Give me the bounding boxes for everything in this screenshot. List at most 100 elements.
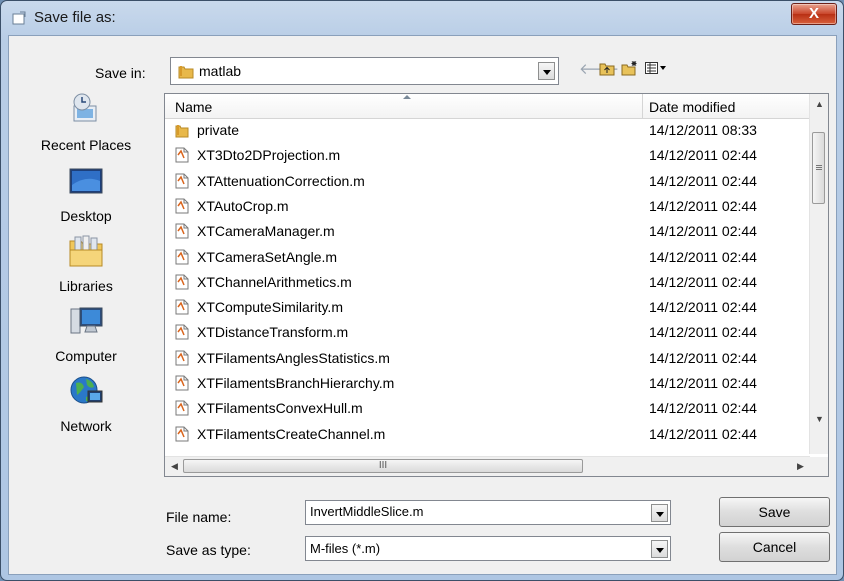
place-network[interactable]: Network [23,373,149,434]
close-button[interactable]: X [791,3,837,25]
file-date-modified: 14/12/2011 02:44 [649,375,757,391]
scroll-left-arrow-icon[interactable]: ◀ [171,461,178,472]
file-date-modified: 14/12/2011 02:44 [649,197,757,214]
list-item[interactable]: XTAttenuationCorrection.m 14/12/2011 02:4… [165,170,810,193]
save-in-dropdown[interactable]: matlab [170,57,559,85]
save-dialog-window: Save file as: X Save in: matlab 🡐 Recent… [0,0,844,581]
file-name: XTDistanceTransform.m [197,324,349,341]
list-item[interactable]: XTChannelArithmetics.m 14/12/2011 02:44 [165,271,810,294]
file-name: XTCameraManager.m [197,223,335,240]
m-file-icon [175,350,189,366]
file-name: XTAutoCrop.m [197,197,289,214]
m-file-icon [175,400,189,416]
title-bar[interactable]: Save file as: X [1,1,843,35]
list-header: Name Date modified [165,94,810,119]
file-date-modified: 14/12/2011 02:44 [649,273,757,290]
horizontal-scrollbar[interactable]: ◀ III ▶ [165,456,810,476]
file-list[interactable]: Name Date modified private 14/12/2011 08:… [164,93,829,477]
place-computer[interactable]: Computer [23,303,149,364]
scroll-down-arrow-icon[interactable]: ▼ [815,414,824,424]
file-name: XTChannelArithmetics.m [197,273,352,290]
list-item[interactable]: private 14/12/2011 08:33 [165,119,810,142]
save-in-label: Save in: [95,65,146,81]
save-button[interactable]: Save [719,497,830,527]
cancel-button[interactable]: Cancel [719,532,830,562]
file-name: XTFilamentsAnglesStatistics.m [197,349,390,366]
m-file-icon [175,375,189,391]
horizontal-scroll-thumb[interactable]: III [183,459,583,473]
chevron-down-icon[interactable] [651,540,668,558]
list-item[interactable]: XTFilamentsBranchHierarchy.m 14/12/2011 0… [165,372,810,395]
scroll-up-arrow-icon[interactable]: ▲ [815,99,824,109]
column-header-date-modified[interactable]: Date modified [649,99,735,115]
file-name: XTComputeSimilarity.m [197,299,343,316]
list-item[interactable]: XTFilamentsCreateChannel.m 14/12/2011 02:… [165,423,810,446]
m-file-icon [175,299,189,315]
file-date-modified: 14/12/2011 02:44 [649,425,757,442]
file-date-modified: 14/12/2011 02:44 [649,324,757,341]
file-name: XTFilamentsCreateChannel.m [197,425,386,442]
desktop-icon [69,168,103,194]
file-rows: private 14/12/2011 08:33 XT3Dto2DProjectio… [165,119,810,454]
folder-icon [175,125,189,138]
list-item[interactable]: XTAutoCrop.m 14/12/2011 02:44 [165,195,810,218]
chevron-down-icon[interactable] [651,504,668,522]
file-date-modified: 14/12/2011 02:44 [649,299,757,316]
list-item[interactable]: XTCameraSetAngle.m 14/12/2011 02:44 [165,246,810,269]
vertical-scrollbar[interactable]: ▲ ▼ [809,94,828,454]
scrollbar-corner [810,457,828,476]
file-name-label: File name: [166,509,232,525]
file-name-input[interactable] [310,504,640,519]
place-label: Network [60,418,112,434]
m-file-icon [175,324,189,340]
file-date-modified: 14/12/2011 02:44 [649,248,757,265]
computer-icon [70,307,103,334]
column-header-name[interactable]: Name [175,99,212,115]
m-file-icon [175,274,189,290]
save-as-type-dropdown[interactable]: M-files (*.m) [305,536,671,561]
folder-icon [178,66,194,79]
chevron-down-icon[interactable] [538,62,555,80]
new-folder-icon[interactable] [621,60,639,76]
file-date-modified: 14/12/2011 02:44 [649,349,757,366]
views-menu-icon[interactable] [645,62,667,75]
m-file-icon [175,198,189,214]
place-label: Desktop [60,208,112,224]
file-name: XTAttenuationCorrection.m [197,172,365,189]
place-recent-places[interactable]: Recent Places [23,92,149,153]
list-item[interactable]: XTDistanceTransform.m 14/12/2011 02:44 [165,321,810,344]
save-in-value: matlab [199,63,242,79]
up-folder-icon[interactable] [599,62,615,76]
m-file-icon [175,426,189,442]
list-item[interactable]: XTFilamentsAnglesStatistics.m 14/12/2011 … [165,347,810,370]
place-desktop[interactable]: Desktop [23,163,149,224]
file-name: XTCameraSetAngle.m [197,248,338,265]
place-label: Recent Places [40,137,132,153]
list-item[interactable]: XTComputeSimilarity.m 14/12/2011 02:44 [165,296,810,319]
m-file-icon [175,223,189,239]
column-divider[interactable] [642,94,643,118]
m-file-icon [175,173,189,189]
save-dialog-icon [12,11,26,25]
window-title: Save file as: [34,9,116,26]
network-icon [70,376,103,404]
file-date-modified: 14/12/2011 02:44 [649,400,757,417]
vertical-scroll-thumb[interactable] [812,132,825,204]
dialog-client-area: Save in: matlab 🡐 Recent Places Desktop … [8,35,837,575]
scroll-right-arrow-icon[interactable]: ▶ [797,461,804,472]
file-name: XT3Dto2DProjection.m [197,147,341,164]
file-date-modified: 14/12/2011 08:33 [649,122,757,138]
sort-ascending-icon [403,95,411,99]
list-item[interactable]: XTFilamentsConvexHull.m 14/12/2011 02:44 [165,397,810,420]
list-item[interactable]: XT3Dto2DProjection.m 14/12/2011 02:44 [165,144,810,167]
file-name: XTFilamentsConvexHull.m [197,400,363,417]
save-as-type-value: M-files (*.m) [310,541,381,556]
place-libraries[interactable]: Libraries [23,233,149,294]
file-name: private [197,122,240,138]
file-date-modified: 14/12/2011 02:44 [649,223,757,240]
save-as-type-label: Save as type: [166,542,251,558]
libraries-icon [69,235,103,267]
place-label: Libraries [59,278,113,294]
file-name-combobox[interactable] [305,500,671,525]
list-item[interactable]: XTCameraManager.m 14/12/2011 02:44 [165,220,810,243]
